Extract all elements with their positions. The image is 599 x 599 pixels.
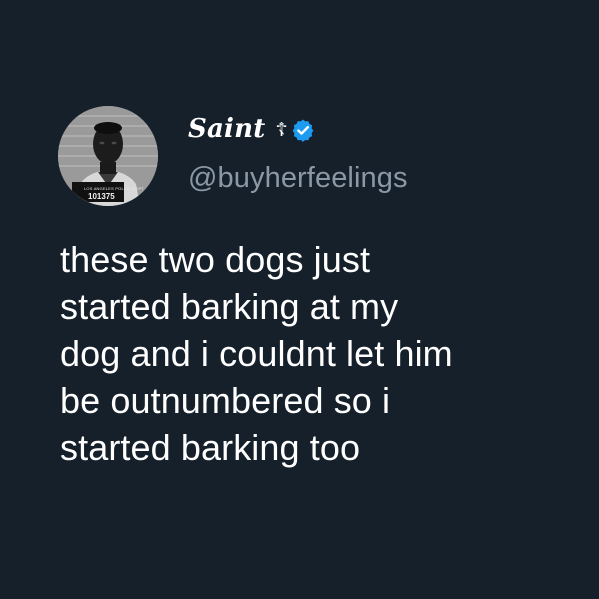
tweet-text-line: dog and i couldnt let him [60, 333, 453, 374]
orthodox-cross-icon: ☦ [275, 119, 288, 141]
avatar[interactable]: LOS ANGELES POLICE DEPT 101375 [58, 106, 158, 206]
tweet-text: these two dogs just started barking at m… [60, 236, 560, 471]
display-name[interactable]: Saint [188, 114, 265, 144]
verified-check-icon [291, 118, 315, 142]
user-handle[interactable]: @buyherfeelings [188, 162, 528, 195]
mugshot-placard: LOS ANGELES POLICE DEPT 101375 [58, 106, 158, 206]
placard-department-text: LOS ANGELES POLICE DEPT [84, 186, 144, 191]
tweet-card: LOS ANGELES POLICE DEPT 101375 Saint ☦ @… [0, 0, 599, 599]
placard-number-text: 101375 [88, 192, 115, 201]
tweet-header: Saint ☦ @buyherfeelings [188, 112, 528, 195]
tweet-text-line: these two dogs just [60, 239, 371, 280]
tweet-text-line: started barking at my [60, 286, 399, 327]
name-row: Saint ☦ [188, 112, 528, 146]
tweet-text-line: be outnumbered so i [60, 380, 391, 421]
tweet-text-line: started barking too [60, 427, 361, 468]
